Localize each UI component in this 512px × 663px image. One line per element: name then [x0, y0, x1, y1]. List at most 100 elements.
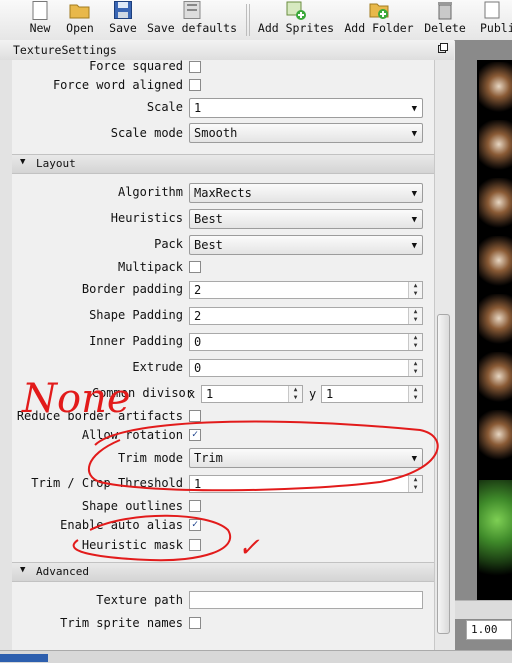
heuristics-value: Best	[194, 212, 223, 226]
new-label: New	[29, 21, 51, 35]
spin-arrows-icon[interactable]: ▲ ▼	[408, 334, 422, 350]
add-folder-label: Add Folder	[344, 21, 414, 35]
layout-section-header[interactable]: ▼ Layout	[12, 154, 434, 174]
algorithm-value: MaxRects	[194, 186, 252, 200]
save-defaults-icon	[181, 0, 203, 20]
layout-section-title: Layout	[36, 157, 76, 170]
force-squared-checkbox[interactable]	[189, 61, 201, 73]
pack-combobox[interactable]: Best ▼	[189, 235, 423, 255]
allow-rotation-checkbox[interactable]: ✓	[189, 429, 201, 441]
sprite-image	[479, 352, 512, 406]
add-folder-button[interactable]: Add Folder	[344, 0, 414, 40]
advanced-section-title: Advanced	[36, 565, 89, 578]
force-word-aligned-checkbox[interactable]	[189, 79, 201, 91]
enable-auto-alias-label: Enable auto alias	[60, 518, 183, 532]
trim-threshold-label: Trim / Crop Threshold	[31, 476, 183, 490]
advanced-section-header[interactable]: ▼ Advanced	[12, 562, 434, 582]
collapse-arrow-icon: ▼	[20, 157, 26, 167]
spin-arrows-icon[interactable]: ▲ ▼	[408, 282, 422, 298]
save-defaults-label: Save defaults	[147, 21, 238, 35]
trim-mode-label: Trim mode	[117, 451, 183, 465]
scrollbar-thumb[interactable]	[437, 314, 450, 634]
common-divisor-y-spinbox[interactable]: 1 ▲ ▼	[321, 385, 423, 403]
extrude-label: Extrude	[132, 360, 183, 374]
preview-horizontal-scrollbar[interactable]	[455, 600, 512, 619]
common-divisor-y-label: y	[309, 387, 317, 401]
scale-mode-value: Smooth	[194, 126, 238, 140]
sprite-image	[479, 294, 512, 348]
spin-arrows-icon[interactable]: ▲ ▼	[408, 476, 422, 492]
panel-titlebar: TextureSettings	[0, 40, 454, 61]
chevron-down-icon: ▼	[411, 104, 417, 114]
scale-mode-combobox[interactable]: Smooth ▼	[189, 123, 423, 143]
shape-padding-spinbox[interactable]: 2 ▲ ▼	[189, 307, 423, 325]
save-button[interactable]: Save	[108, 0, 138, 40]
trim-threshold-spinbox[interactable]: 1 ▲ ▼	[189, 475, 423, 493]
multipack-checkbox[interactable]	[189, 261, 201, 273]
trim-sprite-names-checkbox[interactable]	[189, 617, 201, 629]
sprite-image	[479, 480, 512, 595]
common-divisor-x-value: 1	[206, 387, 214, 401]
zoom-level-field[interactable]: 1.00	[466, 620, 512, 640]
algorithm-label: Algorithm	[117, 185, 183, 199]
border-padding-spinbox[interactable]: 2 ▲ ▼	[189, 281, 423, 299]
delete-label: Delete	[424, 21, 466, 35]
spin-arrows-icon[interactable]: ▲ ▼	[288, 386, 302, 402]
algorithm-combobox[interactable]: MaxRects ▼	[189, 183, 423, 203]
trim-sprite-names-label: Trim sprite names	[60, 616, 183, 630]
enable-auto-alias-checkbox[interactable]: ✓	[189, 519, 201, 531]
add-folder-icon	[368, 0, 390, 20]
extrude-value: 0	[194, 361, 202, 375]
spin-arrows-icon[interactable]: ▲ ▼	[408, 386, 422, 402]
spin-arrows-icon[interactable]: ▲ ▼	[408, 308, 422, 324]
multipack-label: Multipack	[117, 260, 183, 274]
texture-settings-panel: Force squared Force word aligned Scale 1…	[12, 60, 434, 650]
shape-outlines-checkbox[interactable]	[189, 500, 201, 512]
scale-combobox[interactable]: 1 ▼	[189, 98, 423, 118]
common-divisor-x-label: x	[188, 387, 196, 401]
sprite-image	[479, 120, 512, 174]
undock-icon[interactable]	[438, 43, 448, 56]
common-divisor-label: Common divisor	[91, 386, 193, 400]
extrude-spinbox[interactable]: 0 ▲ ▼	[189, 359, 423, 377]
texture-path-input[interactable]	[189, 591, 423, 609]
chevron-down-icon: ▼	[411, 129, 417, 139]
inner-padding-spinbox[interactable]: 0 ▲ ▼	[189, 333, 423, 351]
shape-padding-value: 2	[194, 309, 202, 323]
pack-label: Pack	[154, 237, 183, 251]
sprite-image	[479, 410, 512, 464]
common-divisor-x-spinbox[interactable]: 1 ▲ ▼	[201, 385, 303, 403]
taskbar-start-area	[0, 654, 48, 662]
heuristic-mask-label: Heuristic mask	[81, 538, 183, 552]
reduce-border-artifacts-label: Reduce border artifacts	[16, 409, 183, 423]
main-toolbar: New Open Save Save defaults Add Sprites …	[0, 0, 512, 41]
heuristics-label: Heuristics	[110, 211, 183, 225]
shape-outlines-label: Shape outlines	[81, 499, 183, 513]
toolbar-divider	[246, 4, 247, 36]
force-word-aligned-label: Force word aligned	[52, 78, 183, 92]
trim-mode-combobox[interactable]: Trim ▼	[189, 448, 423, 468]
reduce-border-artifacts-checkbox[interactable]	[189, 410, 201, 422]
heuristic-mask-checkbox[interactable]	[189, 539, 201, 551]
chevron-down-icon: ▼	[411, 189, 417, 199]
toolbar-divider	[249, 4, 250, 36]
open-button[interactable]: Open	[64, 0, 96, 40]
checkmark-icon: ✓	[191, 519, 199, 530]
inner-padding-value: 0	[194, 335, 202, 349]
floppy-disk-icon	[112, 0, 134, 20]
publish-button[interactable]: Publi	[480, 0, 512, 40]
new-button[interactable]: New	[26, 0, 54, 40]
add-sprites-button[interactable]: Add Sprites	[258, 0, 334, 40]
shape-padding-label: Shape Padding	[89, 308, 183, 322]
delete-button[interactable]: Delete	[424, 0, 466, 40]
inner-padding-label: Inner Padding	[89, 334, 183, 348]
folder-open-icon	[69, 0, 91, 20]
save-label: Save	[109, 21, 137, 35]
heuristics-combobox[interactable]: Best ▼	[189, 209, 423, 229]
save-defaults-button[interactable]: Save defaults	[147, 0, 238, 40]
chevron-down-icon: ▼	[411, 241, 417, 251]
force-squared-label: Force squared	[89, 60, 183, 73]
publish-label: Publi	[480, 21, 512, 35]
chevron-down-icon: ▼	[411, 454, 417, 464]
spin-arrows-icon[interactable]: ▲ ▼	[408, 360, 422, 376]
